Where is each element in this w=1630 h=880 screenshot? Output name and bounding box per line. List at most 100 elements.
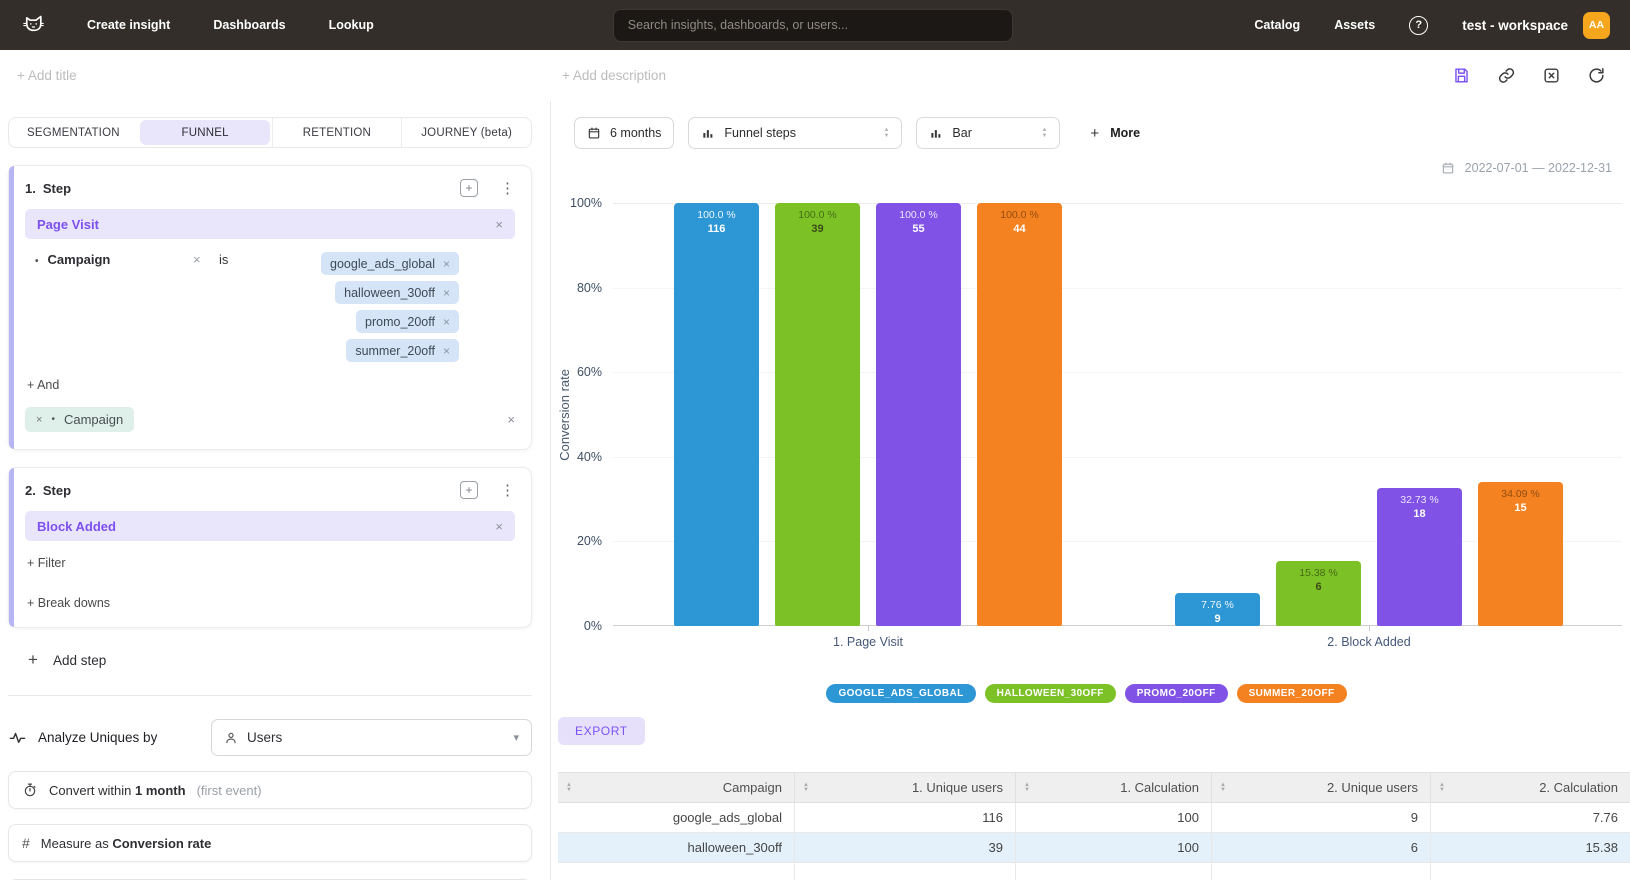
add-breakdowns-button[interactable]: + Break downs [25, 596, 515, 610]
legend-pill-promo_20off[interactable]: PROMO_20OFF [1125, 684, 1228, 703]
sort-icon[interactable]: ▲▼ [1024, 783, 1030, 792]
bar-summer_20off[interactable]: 100.0 %44 [977, 203, 1062, 626]
nav-dashboards[interactable]: Dashboards [213, 18, 285, 32]
nav-right-group: Catalog Assets ? test - workspace AA [1254, 12, 1610, 39]
view-mode-select[interactable]: Funnel steps ▲▼ [688, 117, 902, 149]
step-menu-icon[interactable]: ⋮ [500, 483, 515, 498]
column-header[interactable]: ▲▼ 2. Calculation [1431, 773, 1630, 802]
add-event-icon[interactable]: + [460, 481, 478, 499]
sort-icon[interactable]: ▲▼ [803, 783, 809, 792]
add-description-button[interactable]: + Add description [562, 68, 666, 83]
bar-summer_20off[interactable]: 34.09 %15 [1478, 482, 1563, 626]
filter-value-chip[interactable]: halloween_30off× [335, 281, 459, 304]
table-row: google_ads_global11610097.76 [558, 803, 1630, 833]
filter-operator[interactable]: is [219, 252, 263, 267]
remove-event-icon[interactable]: × [495, 217, 503, 232]
table-cell [1431, 863, 1630, 880]
analyze-entity-select[interactable]: Users ▾ [211, 719, 532, 756]
table-cell: halloween_30off [558, 833, 795, 862]
sort-icon[interactable]: ▲▼ [1439, 783, 1445, 792]
filter-value-chip[interactable]: promo_20off × [356, 310, 459, 333]
step-number: 1. [25, 181, 36, 196]
date-range-button[interactable]: 6 months [574, 117, 674, 149]
tab-funnel[interactable]: FUNNEL [140, 120, 270, 145]
export-button[interactable]: EXPORT [558, 717, 645, 745]
remove-filter-icon[interactable]: × [193, 252, 219, 267]
remove-value-icon[interactable]: × [443, 315, 450, 329]
sort-icon[interactable]: ▲▼ [566, 783, 572, 792]
column-header[interactable]: ▲▼2. Unique users [1212, 773, 1431, 802]
analyze-uniques-label: Analyze Uniques by [38, 730, 157, 745]
copy-link-icon[interactable] [1497, 66, 1516, 85]
chart-type-select[interactable]: Bar ▲▼ [916, 117, 1060, 149]
bar-halloween_30off[interactable]: 100.0 %39 [775, 203, 860, 626]
search-input[interactable] [613, 9, 1013, 42]
save-icon[interactable] [1452, 66, 1471, 85]
sort-icon[interactable]: ▲▼ [1220, 783, 1226, 792]
bar-google_ads_global[interactable]: 7.76 %9 [1175, 593, 1260, 626]
refresh-icon[interactable] [1587, 66, 1606, 85]
workspace-group: test - workspace AA [1462, 12, 1610, 39]
tab-journey-beta-[interactable]: JOURNEY (beta) [401, 118, 531, 147]
filter-value-chip[interactable]: google_ads_global× [321, 252, 459, 275]
legend-pill-halloween_30off[interactable]: HALLOWEEN_30OFF [985, 684, 1116, 703]
more-button[interactable]: + More [1090, 125, 1140, 142]
remove-value-icon[interactable]: × [443, 286, 450, 300]
step-menu-icon[interactable]: ⋮ [500, 181, 515, 196]
main-split: SEGMENTATIONFUNNELRETENTIONJOURNEY (beta… [0, 101, 1630, 880]
nav-assets[interactable]: Assets [1334, 18, 1375, 32]
clear-breakdown-icon[interactable]: × [507, 412, 515, 427]
help-icon[interactable]: ? [1409, 16, 1428, 35]
table-cell: 6 [1212, 833, 1431, 862]
app-logo-cat-icon[interactable] [20, 12, 47, 39]
bar-halloween_30off[interactable]: 15.38 %6 [1276, 561, 1361, 626]
bar-chart-icon [929, 126, 943, 140]
bar-google_ads_global[interactable]: 100.0 %116 [674, 203, 759, 626]
breakdown-chip-campaign[interactable]: × • Campaign [25, 407, 134, 432]
y-axis-tick-label: 80% [577, 281, 602, 295]
bar-count-label: 18 [1413, 507, 1425, 521]
close-box-icon[interactable] [1542, 66, 1561, 85]
nav-catalog[interactable]: Catalog [1254, 18, 1300, 32]
table-cell: 7.76 [1431, 803, 1630, 832]
remove-event-icon[interactable]: × [495, 519, 503, 534]
column-header[interactable]: ▲▼1. Unique users [795, 773, 1016, 802]
add-filter-button[interactable]: + Filter [25, 556, 515, 570]
event-name: Page Visit [37, 217, 99, 232]
add-and-button[interactable]: + And [25, 378, 515, 392]
nav-lookup[interactable]: Lookup [329, 18, 374, 32]
event-row-page-visit[interactable]: Page Visit × [25, 209, 515, 239]
x-axis-tick [868, 626, 869, 631]
workspace-name[interactable]: test - workspace [1462, 18, 1568, 33]
nav-create-insight[interactable]: Create insight [87, 18, 170, 32]
column-header-label: 2. Calculation [1539, 780, 1618, 795]
remove-value-icon[interactable]: × [443, 344, 450, 358]
remove-breakdown-icon[interactable]: × [36, 414, 42, 426]
add-event-icon[interactable]: + [460, 179, 478, 197]
add-title-button[interactable]: + Add title [17, 68, 562, 83]
bar-promo_20off[interactable]: 32.73 %18 [1377, 488, 1462, 626]
hash-icon: # [22, 835, 30, 851]
filter-value-label: promo_20off [365, 315, 435, 329]
legend-pill-summer_20off[interactable]: SUMMER_20OFF [1237, 684, 1347, 703]
y-axis-tick-label: 20% [577, 534, 602, 548]
step-2-card: 2. Step + ⋮ Block Added × + Filter + Bre… [8, 467, 532, 628]
avatar[interactable]: AA [1583, 12, 1610, 39]
legend-pill-google_ads_global[interactable]: GOOGLE_ADS_GLOBAL [826, 684, 975, 703]
add-step-button[interactable]: + Add step [28, 650, 532, 670]
convert-within-setting[interactable]: Convert within 1 month (first event) [8, 771, 532, 809]
column-header[interactable]: ▲▼1. Calculation [1016, 773, 1212, 802]
event-row-block-added[interactable]: Block Added × [25, 511, 515, 541]
add-step-label: Add step [53, 653, 106, 668]
remove-value-icon[interactable]: × [443, 257, 450, 271]
column-header[interactable]: ▲▼Campaign [558, 773, 795, 802]
filter-property[interactable]: Campaign [48, 252, 111, 267]
tab-segmentation[interactable]: SEGMENTATION [9, 118, 138, 147]
bullet-icon: • [35, 256, 39, 267]
filter-value-chip[interactable]: summer_20off× [346, 339, 459, 362]
table-cell: 39 [795, 833, 1016, 862]
measure-as-setting[interactable]: # Measure as Conversion rate [8, 824, 532, 862]
tab-retention[interactable]: RETENTION [272, 118, 402, 147]
bar-count-label: 39 [811, 222, 823, 236]
bar-promo_20off[interactable]: 100.0 %55 [876, 203, 961, 626]
